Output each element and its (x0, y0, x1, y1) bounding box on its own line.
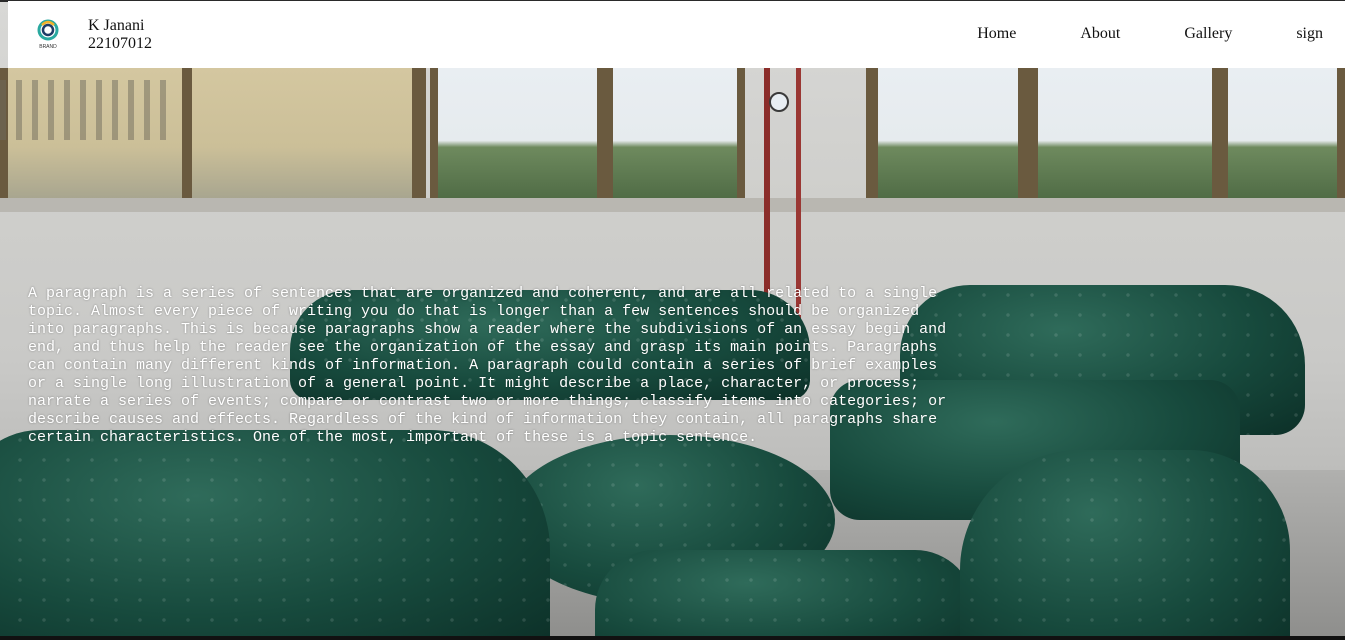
nav-about-link[interactable]: About (1080, 25, 1120, 43)
armchair-left (0, 430, 550, 640)
user-id: 22107012 (88, 35, 152, 52)
window-pane (1220, 68, 1345, 208)
intro-paragraph: A paragraph is a series of sentences tha… (28, 285, 947, 446)
window-frame (866, 68, 876, 210)
nav-gallery-link[interactable]: Gallery (1184, 25, 1232, 43)
window-ledge (0, 198, 1345, 212)
window-pane (430, 68, 605, 208)
bottom-edge (0, 636, 1345, 640)
armchair-front (595, 550, 975, 640)
nav-menu: Home About Gallery sign (913, 25, 1323, 43)
brand-logo-icon[interactable]: BRAND (34, 17, 62, 51)
window-frame (182, 68, 192, 210)
window-frame (1018, 68, 1028, 210)
user-info: K Janani 22107012 (88, 17, 152, 53)
pressure-gauge (769, 92, 789, 112)
window-frame (598, 68, 608, 210)
window-frame (1212, 68, 1222, 210)
window-frame (416, 68, 426, 210)
window-pane (1030, 68, 1220, 208)
window-pane (870, 68, 1030, 208)
nav-sign-link[interactable]: sign (1296, 25, 1323, 43)
logo-text: BRAND (39, 44, 57, 50)
armchair-right (960, 450, 1290, 640)
user-name: K Janani (88, 17, 145, 34)
building-facade (0, 80, 170, 140)
nav-home-link[interactable]: Home (977, 25, 1016, 43)
window-pane (605, 68, 745, 208)
navbar: BRAND K Janani 22107012 Home About Galle… (8, 1, 1345, 68)
